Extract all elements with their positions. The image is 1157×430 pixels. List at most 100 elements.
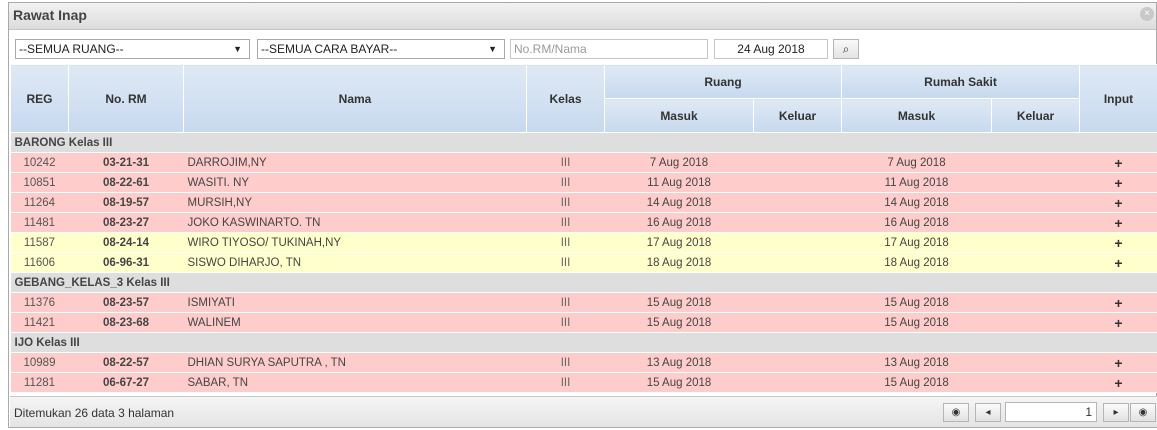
group-label: IJO Kelas III <box>10 332 1157 353</box>
ruang-masuk-cell: 17 Aug 2018 <box>604 232 754 253</box>
no-rm-cell: 06-96-31 <box>68 252 184 273</box>
table-row[interactable]: 11376 08-23-57 ISMIYATI III 15 Aug 2018 15 Au… <box>10 292 1157 313</box>
last-page-button[interactable]: ◉ <box>1130 403 1156 422</box>
add-input-button[interactable]: + <box>1079 292 1157 313</box>
reg-cell: 11481 <box>10 212 69 233</box>
window-titlebar: Rawat Inap × <box>9 3 1156 30</box>
nama-cell: SABAR, TN <box>183 372 527 393</box>
no-rm-cell: 08-23-57 <box>68 292 184 313</box>
kelas-cell: III <box>526 252 605 273</box>
table-row[interactable]: 10851 08-22-61 WASITI. NY III 11 Aug 2018 11 … <box>10 172 1157 193</box>
prev-page-button[interactable]: ◂ <box>975 403 1001 422</box>
header-nama[interactable]: Nama <box>183 64 527 133</box>
next-page-icon: ▸ <box>1113 407 1119 418</box>
next-page-button[interactable]: ▸ <box>1103 403 1129 422</box>
ruang-keluar-cell <box>753 352 842 373</box>
group-label: GEBANG_KELAS_3 Kelas III <box>10 272 1157 293</box>
ruang-keluar-cell <box>753 312 842 333</box>
nama-cell: DHIAN SURYA SAPUTRA , TN <box>183 352 527 373</box>
header-no-rm[interactable]: No. RM <box>68 64 184 133</box>
table-row[interactable]: 10989 08-22-57 DHIAN SURYA SAPUTRA , TN III… <box>10 352 1157 373</box>
chevron-down-icon: ▼ <box>233 44 242 54</box>
first-page-button[interactable]: ◉ <box>943 403 969 422</box>
close-icon[interactable]: × <box>1140 7 1154 21</box>
header-ruang-masuk[interactable]: Masuk <box>604 98 754 133</box>
table-row[interactable]: 11481 08-23-27 JOKO KASWINARTO. TN III 16 Au… <box>10 212 1157 233</box>
ruang-keluar-cell <box>753 172 842 193</box>
ruang-masuk-cell: 13 Aug 2018 <box>604 352 754 373</box>
add-input-button[interactable]: + <box>1079 312 1157 333</box>
group-row[interactable]: GEBANG_KELAS_3 Kelas III <box>10 272 1157 293</box>
header-rs-keluar[interactable]: Keluar <box>991 98 1080 133</box>
pagination-footer: Ditemukan 26 data 3 halaman ◉ ◂ 1 ▸ ◉ <box>10 396 1157 427</box>
header-kelas[interactable]: Kelas <box>526 64 605 133</box>
header-reg[interactable]: REG <box>10 64 69 133</box>
reg-cell: 11264 <box>10 192 69 213</box>
rs-masuk-cell: 7 Aug 2018 <box>841 152 992 173</box>
table-row[interactable]: 11281 06-67-27 SABAR, TN III 15 Aug 2018 15 A… <box>10 372 1157 393</box>
table-row[interactable]: 10242 03-21-31 DARROJIM,NY III 7 Aug 2018 7 A… <box>10 152 1157 173</box>
group-row[interactable]: IJO Kelas III <box>10 332 1157 353</box>
group-label: BARONG Kelas III <box>10 132 1157 153</box>
rs-keluar-cell <box>991 372 1080 393</box>
search-input[interactable]: No.RM/Nama <box>510 39 708 59</box>
table-row[interactable]: 11606 06-96-31 SISWO DIHARJO, TN III 18 Aug … <box>10 252 1157 273</box>
add-input-button[interactable]: + <box>1079 352 1157 373</box>
prev-page-icon: ◂ <box>985 407 991 418</box>
kelas-cell: III <box>526 372 605 393</box>
page-number-input[interactable]: 1 <box>1005 402 1097 422</box>
rs-masuk-cell: 17 Aug 2018 <box>841 232 992 253</box>
ruang-masuk-cell: 15 Aug 2018 <box>604 292 754 313</box>
group-row[interactable]: BARONG Kelas III <box>10 132 1157 153</box>
first-page-icon: ◉ <box>951 407 961 418</box>
ruang-keluar-cell <box>753 372 842 393</box>
ruang-keluar-cell <box>753 232 842 253</box>
cara-bayar-select[interactable]: --SEMUA CARA BAYAR-- ▼ <box>257 39 505 59</box>
nama-cell: MURSIH,NY <box>183 192 527 213</box>
ruang-masuk-cell: 15 Aug 2018 <box>604 372 754 393</box>
rs-masuk-cell: 14 Aug 2018 <box>841 192 992 213</box>
nama-cell: SISWO DIHARJO, TN <box>183 252 527 273</box>
ruang-masuk-cell: 7 Aug 2018 <box>604 152 754 173</box>
search-button[interactable]: ⌕ <box>833 39 859 59</box>
no-rm-cell: 08-23-27 <box>68 212 184 233</box>
nama-cell: WIRO TIYOSO/ TUKINAH,NY <box>183 232 527 253</box>
no-rm-cell: 08-22-61 <box>68 172 184 193</box>
add-input-button[interactable]: + <box>1079 232 1157 253</box>
table-row[interactable]: 11587 08-24-14 WIRO TIYOSO/ TUKINAH,NY III 1… <box>10 232 1157 253</box>
nama-cell: WALINEM <box>183 312 527 333</box>
table-row[interactable]: 11421 08-23-68 WALINEM III 15 Aug 2018 15 Aug… <box>10 312 1157 333</box>
add-input-button[interactable]: + <box>1079 192 1157 213</box>
ruang-select[interactable]: --SEMUA RUANG-- ▼ <box>15 39 250 59</box>
rawat-inap-window: Rawat Inap × --SEMUA RUANG-- ▼ --SEMUA C… <box>8 2 1157 428</box>
add-input-button[interactable]: + <box>1079 372 1157 393</box>
rs-keluar-cell <box>991 252 1080 273</box>
window-title: Rawat Inap <box>13 7 87 23</box>
add-input-button[interactable]: + <box>1079 172 1157 193</box>
nama-cell: JOKO KASWINARTO. TN <box>183 212 527 233</box>
date-field[interactable]: 24 Aug 2018 <box>714 39 828 59</box>
header-input: Input <box>1079 64 1157 133</box>
rs-masuk-cell: 16 Aug 2018 <box>841 212 992 233</box>
table-row[interactable]: 11264 08-19-57 MURSIH,NY III 14 Aug 2018 14 A… <box>10 192 1157 213</box>
ruang-masuk-cell: 18 Aug 2018 <box>604 252 754 273</box>
ruang-keluar-cell <box>753 152 842 173</box>
last-page-icon: ◉ <box>1138 407 1148 418</box>
header-ruang: Ruang <box>604 64 842 99</box>
rs-masuk-cell: 15 Aug 2018 <box>841 312 992 333</box>
header-rs-masuk[interactable]: Masuk <box>841 98 992 133</box>
search-icon: ⌕ <box>842 42 850 56</box>
rs-keluar-cell <box>991 232 1080 253</box>
kelas-cell: III <box>526 172 605 193</box>
add-input-button[interactable]: + <box>1079 252 1157 273</box>
add-input-button[interactable]: + <box>1079 152 1157 173</box>
no-rm-cell: 06-67-27 <box>68 372 184 393</box>
add-input-button[interactable]: + <box>1079 212 1157 233</box>
kelas-cell: III <box>526 232 605 253</box>
nama-cell: DARROJIM,NY <box>183 152 527 173</box>
reg-cell: 11606 <box>10 252 69 273</box>
kelas-cell: III <box>526 292 605 313</box>
ruang-masuk-cell: 15 Aug 2018 <box>604 312 754 333</box>
header-ruang-keluar[interactable]: Keluar <box>753 98 842 133</box>
patient-table: REG No. RM Nama Kelas Ruang Rumah Sakit … <box>10 64 1157 393</box>
